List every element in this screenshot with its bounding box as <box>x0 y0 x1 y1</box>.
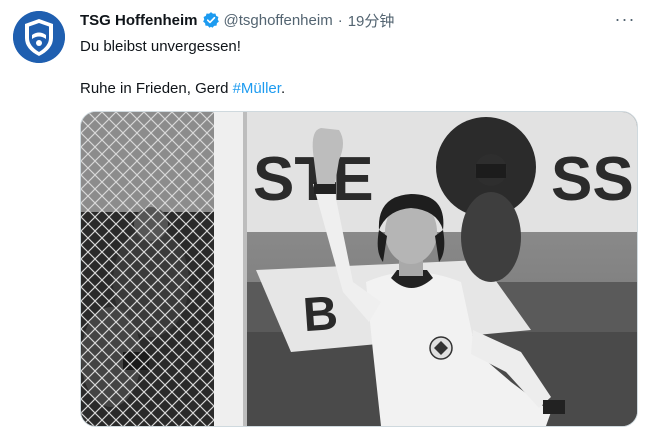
more-options-icon[interactable]: ··· <box>612 10 638 30</box>
football-player-photo: STE SS B <box>81 112 637 426</box>
tweet-text-prefix: Ruhe in Frieden, Gerd <box>80 80 233 97</box>
tweet-text-line-1: Du bleibst unvergessen! <box>80 38 241 55</box>
hashtag-link[interactable]: #Müller <box>233 80 281 97</box>
tweet-header: TSG Hoffenheim @tsghoffenheim · 19分钟 <box>80 9 394 31</box>
timestamp[interactable]: 19分钟 <box>348 10 395 31</box>
board-text: B <box>301 287 339 342</box>
tweet-text-suffix: . <box>280 80 286 97</box>
tweet-photo[interactable]: STE SS B <box>80 111 638 427</box>
banner-left-text: STE <box>253 145 374 214</box>
banner-right-text: SS <box>551 145 634 214</box>
avatar[interactable] <box>13 11 65 63</box>
hoffenheim-crest-icon <box>13 11 65 63</box>
separator-dot: · <box>337 11 343 29</box>
tweet[interactable]: TSG Hoffenheim @tsghoffenheim · 19分钟 ···… <box>0 0 646 427</box>
author-name[interactable]: TSG Hoffenheim <box>80 12 198 29</box>
verified-badge-icon <box>202 11 220 29</box>
tweet-text-line-2: Ruhe in Frieden, Gerd #Müller. <box>80 79 285 99</box>
author-handle[interactable]: @tsghoffenheim <box>224 12 333 29</box>
